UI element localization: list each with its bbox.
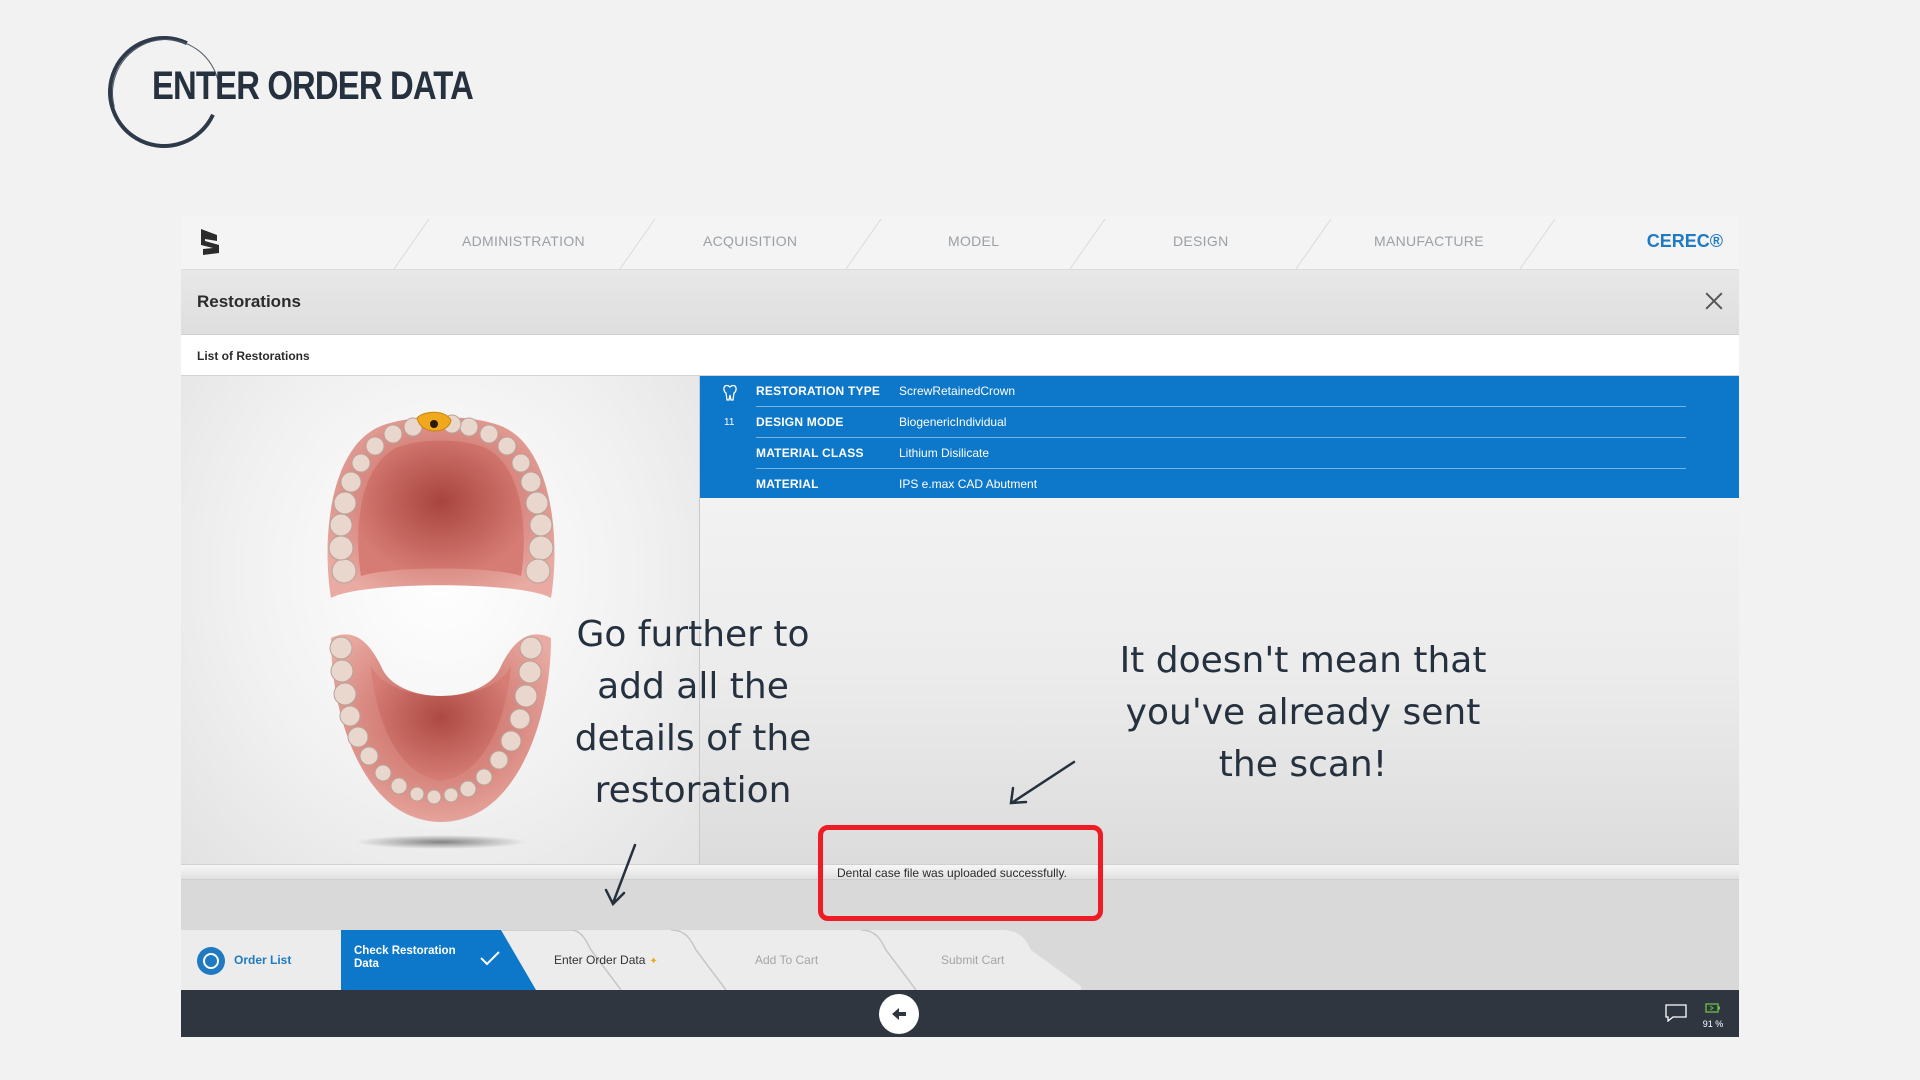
arrow-down-left-icon [1011,760,1076,804]
highlight-box [818,825,1103,921]
